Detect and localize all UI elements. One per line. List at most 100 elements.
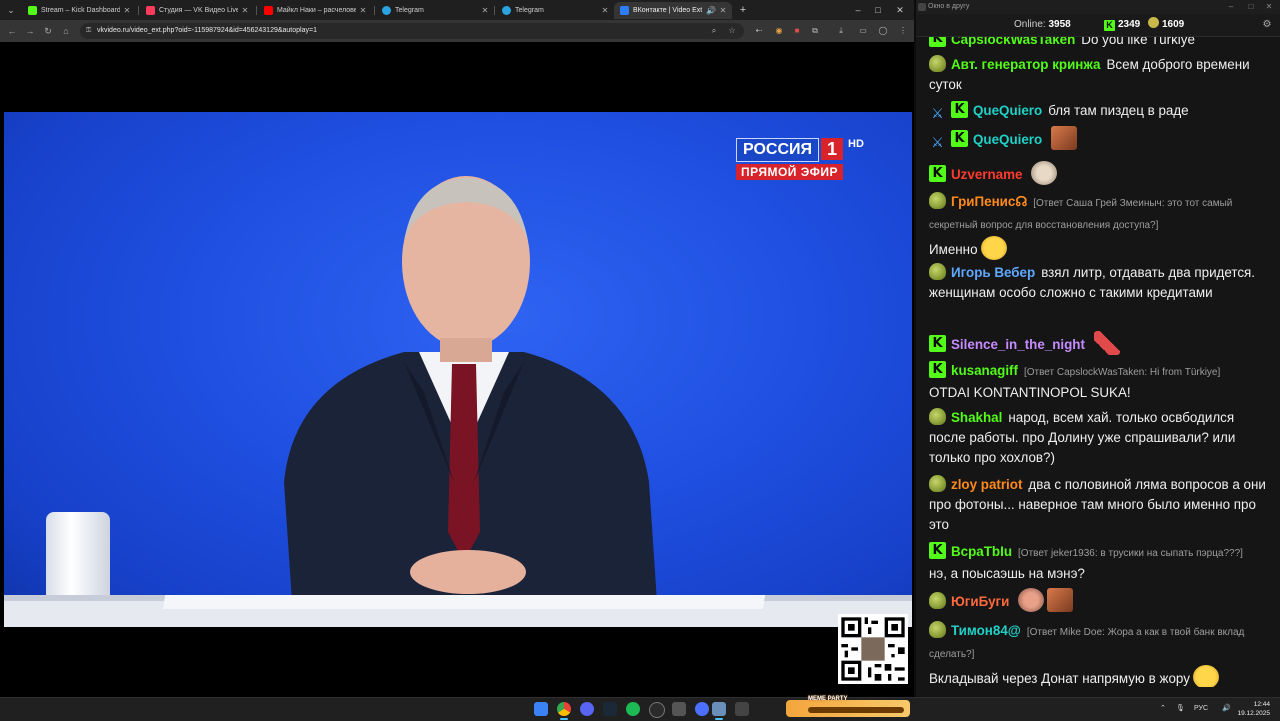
- tab-vk-video-ext[interactable]: ВКонтакте | Video Ext 🔊 ✕: [614, 2, 732, 19]
- tab-vk-studio[interactable]: Студия — VK Видео Live ✕: [140, 2, 254, 19]
- chat-username[interactable]: Авт. генератор кринжа: [951, 57, 1101, 72]
- address-bar[interactable]: ⚿ vkvideo.ru/video_ext.php?oid=-11598792…: [80, 23, 744, 39]
- media-player-icon[interactable]: [695, 702, 709, 716]
- tab-label: Telegram: [515, 7, 544, 14]
- chat-username[interactable]: kusanagiff: [951, 363, 1018, 378]
- obs-icon[interactable]: [649, 702, 665, 718]
- chat-username[interactable]: ЮгиБуги: [951, 594, 1009, 609]
- extension-record-icon[interactable]: ■: [790, 24, 804, 38]
- chat-app-icon[interactable]: [712, 702, 726, 720]
- chat-message: Игорь Вебер взял литр, отдавать два приде…: [929, 263, 1269, 303]
- chat-username[interactable]: Тимон84@: [951, 623, 1021, 638]
- minimize-button[interactable]: –: [1222, 0, 1240, 14]
- steam-icon[interactable]: [603, 702, 617, 716]
- qr-code: [838, 614, 908, 684]
- home-icon[interactable]: ⌂: [59, 24, 73, 38]
- meme-party-widget[interactable]: MEME PARTY: [786, 696, 910, 717]
- chat-username[interactable]: ВсраТbIu: [951, 544, 1012, 559]
- chat-username[interactable]: Игорь Вебер: [951, 265, 1035, 280]
- tab-close-icon[interactable]: ✕: [600, 2, 610, 19]
- chat-message: zloy patriot два с половиной ляма вопросо…: [929, 475, 1269, 535]
- chat-username[interactable]: CapslockWasTaken: [951, 37, 1075, 47]
- downloads-icon[interactable]: ⤓: [834, 24, 848, 38]
- maximize-button[interactable]: □: [868, 2, 888, 18]
- discord-icon[interactable]: [580, 702, 594, 716]
- close-button[interactable]: ✕: [890, 2, 910, 18]
- tray-chevron-icon[interactable]: ⌃: [1160, 698, 1166, 720]
- kick-badge-icon: [929, 542, 946, 559]
- chat-message: ГриПенис☊ [Ответ Саша Грей Змеиныч: это т…: [929, 192, 1269, 260]
- sword-badge-icon: ⚔: [931, 105, 944, 121]
- chat-username[interactable]: zloy patriot: [951, 477, 1022, 492]
- meme-party-label: MEME PARTY: [808, 696, 848, 702]
- extension-arrow-icon[interactable]: ⇠: [752, 24, 766, 38]
- chat-message: Shakhal народ, всем хай. только освбодилс…: [929, 408, 1269, 468]
- maximize-button[interactable]: □: [1242, 0, 1260, 14]
- sword-badge-icon: ⚔: [931, 134, 944, 150]
- settings-icon[interactable]: ⚙: [1260, 18, 1274, 32]
- chat-username[interactable]: QueQuiero: [973, 103, 1042, 118]
- tab-telegram-1[interactable]: Telegram ✕: [376, 2, 494, 19]
- taskbar: MEME PARTY ⌃ 🎙 РУС 🔊 12:44 19.12.2025: [0, 696, 1280, 721]
- site-info-icon[interactable]: ⚿: [86, 26, 94, 36]
- browser-toolbar: ← → ↻ ⌂ ⚿ vkvideo.ru/video_ext.php?oid=-…: [0, 20, 914, 42]
- tab-close-icon[interactable]: ✕: [358, 2, 368, 19]
- extension-puzzle-colored-icon[interactable]: ◉: [772, 24, 786, 38]
- menu-icon[interactable]: ⋮: [896, 24, 910, 38]
- tab-youtube[interactable]: Майкл Наки – расчеловечива ✕: [258, 2, 372, 19]
- chat-username[interactable]: Shakhal: [951, 410, 1002, 425]
- close-button[interactable]: ✕: [1260, 0, 1278, 14]
- chat-window: Окно в другу – □ ✕ Online: 3958 K 2349 16…: [916, 0, 1280, 697]
- clock-time: 12:44: [1253, 701, 1270, 708]
- tab-label: ВКонтакте | Video Ext: [633, 7, 702, 14]
- chat-message-text: Вкладывай через Донат напрямую в жору: [929, 671, 1190, 686]
- kick-badge-icon: [929, 165, 946, 182]
- sidebar-icon[interactable]: ▭: [856, 24, 870, 38]
- app-icon[interactable]: [672, 702, 686, 716]
- minimize-button[interactable]: –: [848, 2, 868, 18]
- chat-message-text: Именно: [929, 242, 978, 257]
- speaker-icon[interactable]: 🔊: [706, 2, 716, 19]
- extensions-icon[interactable]: ⧉: [808, 24, 822, 38]
- back-icon[interactable]: ←: [5, 24, 19, 38]
- emote-laugh-icon: [980, 236, 1007, 260]
- chat-username[interactable]: Silence_in_the_night: [951, 337, 1085, 352]
- tab-close-icon[interactable]: ✕: [718, 2, 728, 19]
- reload-icon[interactable]: ↻: [41, 24, 55, 38]
- forward-icon[interactable]: →: [23, 24, 37, 38]
- bookmark-star-icon[interactable]: ☆: [726, 25, 738, 37]
- url-text[interactable]: vkvideo.ru/video_ext.php?oid=-115987924&…: [97, 23, 317, 39]
- microphone-icon[interactable]: 🎙: [1176, 698, 1185, 720]
- new-tab-button[interactable]: +: [736, 2, 750, 18]
- tab-telegram-2[interactable]: Telegram ✕: [496, 2, 614, 19]
- tab-label: Telegram: [395, 7, 424, 14]
- chat-username[interactable]: ГриПенис☊: [951, 194, 1027, 209]
- kick-badge-icon: [929, 335, 946, 352]
- kick-viewers-stat: K 2349: [1104, 14, 1140, 36]
- chat-message: Тимон84@ [Ответ Mike Doe: Жора а как в тв…: [929, 621, 1269, 687]
- emote-cat-icon: [1031, 161, 1058, 185]
- chrome-icon[interactable]: [557, 702, 571, 720]
- zoom-icon[interactable]: ⌕: [708, 25, 720, 37]
- tab-close-icon[interactable]: ✕: [480, 2, 490, 19]
- channel-name: РОССИЯ: [736, 138, 820, 162]
- windows-start-icon[interactable]: [534, 702, 548, 716]
- clock[interactable]: 12:44 19.12.2025: [1237, 700, 1270, 718]
- terminal-icon[interactable]: [735, 702, 749, 716]
- vk-favicon-icon: [620, 6, 629, 15]
- tab-close-icon[interactable]: ✕: [122, 2, 132, 19]
- spotify-icon[interactable]: [626, 702, 640, 716]
- chat-message-text: бля там пиздец в раде: [1048, 103, 1189, 118]
- tab-close-icon[interactable]: ✕: [240, 2, 250, 19]
- chat-username[interactable]: Uzvername: [951, 167, 1022, 182]
- chat-message: kusanagiff [Ответ CapslockWasTaken: Hi fr…: [929, 361, 1269, 403]
- tab-kick-dashboard[interactable]: Stream – Kick Dashboard ✕: [22, 2, 136, 19]
- tab-search-icon[interactable]: ⌄: [4, 3, 18, 17]
- profile-icon[interactable]: ◯: [876, 24, 890, 38]
- chat-username[interactable]: QueQuiero: [973, 132, 1042, 147]
- video-player[interactable]: РОССИЯ 1 HD ПРЯМОЙ ЭФИР: [4, 112, 912, 627]
- volume-icon[interactable]: 🔊: [1222, 698, 1231, 720]
- vk-video-favicon-icon: [146, 6, 155, 15]
- language-indicator[interactable]: РУС: [1194, 698, 1208, 720]
- emote-face2-icon: [1018, 588, 1045, 612]
